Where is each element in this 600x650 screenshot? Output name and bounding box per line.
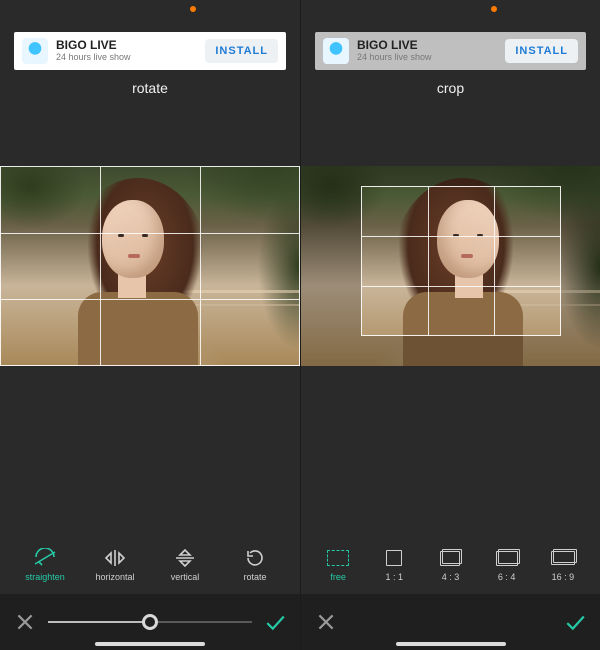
ad-text: BIGO LIVE 24 hours live show <box>357 39 505 62</box>
aspect-6-4[interactable]: 6 : 4 <box>484 548 530 582</box>
ad-subtitle: 24 hours live show <box>56 53 205 63</box>
tool-label: straighten <box>25 572 65 582</box>
straighten-slider[interactable] <box>48 621 252 623</box>
cancel-button[interactable] <box>315 611 337 633</box>
mode-title: rotate <box>0 80 300 96</box>
crop-screen: BIGO LIVE 24 hours live show INSTALL cro… <box>300 0 600 650</box>
mode-title: crop <box>301 80 600 96</box>
rotate-grid-overlay <box>0 166 300 366</box>
cancel-button[interactable] <box>14 611 36 633</box>
tool-label: vertical <box>171 572 200 582</box>
rotate-toolbar: straighten horizontal vertical rotate <box>0 548 300 594</box>
tool-label: 6 : 4 <box>498 572 516 582</box>
confirm-button[interactable] <box>564 611 586 633</box>
tool-label: rotate <box>243 572 266 582</box>
ad-title: BIGO LIVE <box>56 39 205 52</box>
tool-label: horizontal <box>95 572 134 582</box>
aspect-4-3[interactable]: 4 : 3 <box>427 548 473 582</box>
ad-install-button[interactable]: INSTALL <box>505 39 578 63</box>
ad-banner[interactable]: BIGO LIVE 24 hours live show INSTALL <box>315 32 586 70</box>
ad-text: BIGO LIVE 24 hours live show <box>56 39 205 62</box>
aspect-4-3-icon <box>438 548 462 568</box>
flip-vertical-icon <box>173 548 197 568</box>
rotate-icon <box>243 548 267 568</box>
ad-install-button[interactable]: INSTALL <box>205 39 278 63</box>
ad-banner[interactable]: BIGO LIVE 24 hours live show INSTALL <box>14 32 286 70</box>
aspect-free-icon <box>326 548 350 568</box>
ad-app-icon <box>22 38 48 64</box>
aspect-free[interactable]: free <box>315 548 361 582</box>
aspect-6-4-icon <box>495 548 519 568</box>
tool-label: 1 : 1 <box>386 572 404 582</box>
home-indicator <box>396 642 506 646</box>
straighten-icon <box>33 548 57 568</box>
image-canvas[interactable] <box>0 166 300 366</box>
aspect-16-9[interactable]: 16 : 9 <box>540 548 586 582</box>
aspect-1-1-icon <box>382 548 406 568</box>
crop-frame[interactable] <box>361 186 561 336</box>
flip-horizontal-icon <box>103 548 127 568</box>
image-canvas[interactable] <box>301 166 600 366</box>
ad-subtitle: 24 hours live show <box>357 53 505 63</box>
tool-straighten[interactable]: straighten <box>22 548 68 582</box>
tool-label: 16 : 9 <box>552 572 575 582</box>
tool-flip-horizontal[interactable]: horizontal <box>92 548 138 582</box>
tool-flip-vertical[interactable]: vertical <box>162 548 208 582</box>
home-indicator <box>95 642 205 646</box>
crop-toolbar: free 1 : 1 4 : 3 6 : 4 16 : 9 <box>301 548 600 594</box>
status-dot <box>491 6 497 12</box>
status-dot <box>190 6 196 12</box>
confirm-button[interactable] <box>264 611 286 633</box>
tool-rotate-90[interactable]: rotate <box>232 548 278 582</box>
ad-title: BIGO LIVE <box>357 39 505 52</box>
tool-label: 4 : 3 <box>442 572 460 582</box>
aspect-1-1[interactable]: 1 : 1 <box>371 548 417 582</box>
rotate-screen: BIGO LIVE 24 hours live show INSTALL rot… <box>0 0 300 650</box>
ad-app-icon <box>323 38 349 64</box>
slider-thumb[interactable] <box>142 614 158 630</box>
tool-label: free <box>330 572 346 582</box>
aspect-16-9-icon <box>551 548 575 568</box>
